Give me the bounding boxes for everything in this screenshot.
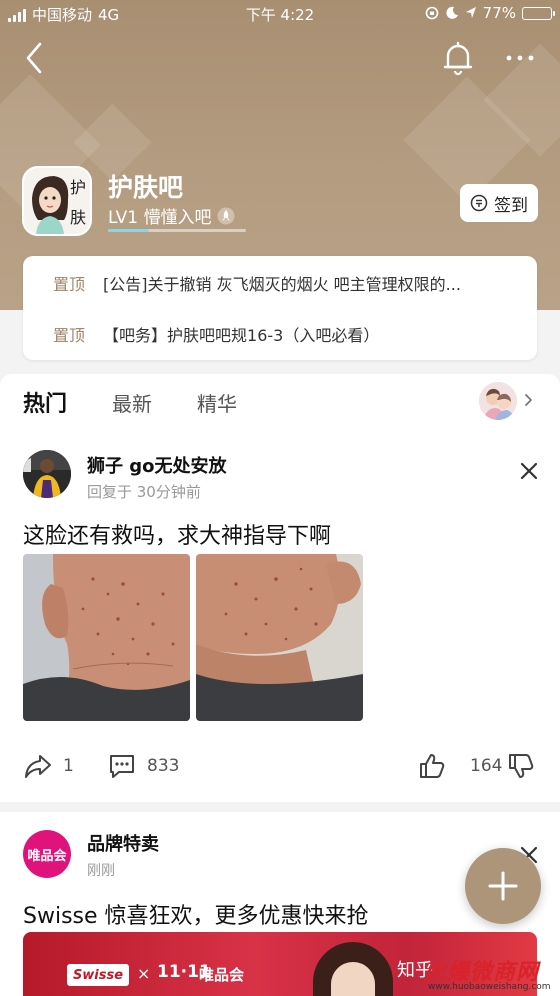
pinned-post-title: 【吧务】护肤吧吧规16-3（入吧必看）	[103, 326, 380, 345]
author-name[interactable]: 品牌特卖	[87, 830, 159, 856]
pinned-tag: 置顶	[53, 275, 86, 294]
member-avatar[interactable]	[479, 382, 517, 420]
feed-tabs: 热门 最新 精华	[0, 374, 560, 426]
watermark-url: www.huobaoweishang.com	[428, 982, 551, 992]
tab-hot[interactable]: 热门	[23, 386, 67, 418]
banner-model-image	[313, 942, 393, 996]
new-post-button[interactable]	[465, 848, 541, 924]
pinned-posts-card: 置顶 [公告]关于撤销 灰飞烟灭的烟火 吧主管理权限的... 置顶 【吧务】护肤…	[23, 256, 537, 360]
notifications-button[interactable]	[440, 38, 476, 78]
tab-featured[interactable]: 精华	[197, 388, 237, 417]
signin-label: 签到	[494, 195, 528, 216]
post-card[interactable]: 狮子 go无处安放 回复于 30分钟前 这脸还有救吗，求大神指导下啊 1 833…	[0, 426, 560, 802]
comment-icon	[110, 755, 134, 778]
post-meta: 刚刚	[87, 863, 115, 879]
like-button[interactable]: 164	[418, 748, 502, 784]
brand-avatar[interactable]: 唯品会	[23, 830, 71, 878]
level-progress-fill	[108, 229, 150, 232]
site-watermark: 火爆微商网 www.huobaoweishang.com	[410, 952, 560, 996]
banner-brand-logo: Swisse	[67, 964, 129, 986]
forum-info: 护 肤 护肤吧 LV1 懵懂入吧 签到	[22, 166, 540, 238]
tab-latest[interactable]: 最新	[112, 388, 152, 417]
share-icon	[25, 755, 51, 778]
chevron-right-icon[interactable]	[522, 389, 536, 411]
status-bar: 中国移动 4G 下午 4:22 77%	[0, 0, 560, 28]
share-count: 1	[63, 756, 74, 776]
member-avatar-art	[479, 382, 517, 420]
author-name[interactable]: 狮子 go无处安放	[87, 452, 227, 478]
back-button[interactable]	[20, 38, 52, 78]
location-icon	[465, 7, 476, 18]
battery-icon	[522, 6, 555, 20]
post-photo-art	[23, 554, 190, 721]
share-button[interactable]: 1	[23, 748, 74, 784]
forum-avatar-char: 肤	[70, 208, 87, 227]
bell-icon	[443, 41, 473, 76]
forum-level-label: LV1 懵懂入吧	[108, 208, 212, 228]
author-avatar-art	[23, 450, 71, 498]
post-actions: 1 833 164	[0, 748, 560, 784]
forum-avatar[interactable]: 护 肤	[22, 166, 92, 236]
feed-divider	[0, 802, 560, 812]
author-avatar[interactable]	[23, 450, 71, 498]
comment-count: 833	[147, 756, 180, 776]
post-photo[interactable]	[23, 554, 190, 721]
forum-name: 护肤吧	[108, 173, 184, 202]
battery-percent: 77%	[482, 4, 516, 22]
dislike-button[interactable]	[507, 748, 535, 784]
post-photo-art	[196, 554, 363, 721]
orientation-lock-icon	[425, 6, 438, 20]
moon-icon	[446, 6, 458, 19]
signin-icon	[470, 194, 488, 212]
forum-level: LV1 懵懂入吧	[108, 203, 235, 228]
comment-button[interactable]: 833	[107, 748, 179, 784]
thumbs-down-icon	[509, 754, 534, 778]
plus-icon	[488, 871, 518, 901]
banner-vip: 唯品会	[199, 966, 245, 984]
top-nav	[0, 38, 560, 78]
more-icon	[506, 55, 534, 61]
level-progress-bar	[108, 229, 246, 232]
post-meta: 回复于 30分钟前	[87, 483, 201, 501]
thumbs-up-icon	[420, 754, 445, 778]
pinned-tag: 置顶	[53, 326, 86, 345]
signin-button[interactable]: 签到	[460, 184, 538, 222]
more-button[interactable]	[500, 38, 540, 78]
like-count: 164	[470, 756, 503, 776]
rocket-icon	[217, 207, 235, 224]
close-icon[interactable]	[518, 460, 540, 482]
pinned-post-title: [公告]关于撤销 灰飞烟灭的烟火 吧主管理权限的...	[103, 275, 461, 294]
banner-times: ×	[137, 964, 151, 983]
back-icon	[26, 42, 42, 74]
post-title[interactable]: 这脸还有救吗，求大神指导下啊	[23, 518, 331, 550]
forum-avatar-char: 护	[70, 178, 87, 197]
pinned-post[interactable]: 置顶 【吧务】护肤吧吧规16-3（入吧必看）	[23, 309, 537, 359]
post-photo[interactable]	[196, 554, 363, 721]
post-title[interactable]: Swisse 惊喜狂欢，更多优惠快来抢	[23, 898, 369, 930]
pinned-post[interactable]: 置顶 [公告]关于撤销 灰飞烟灭的烟火 吧主管理权限的...	[23, 258, 537, 308]
